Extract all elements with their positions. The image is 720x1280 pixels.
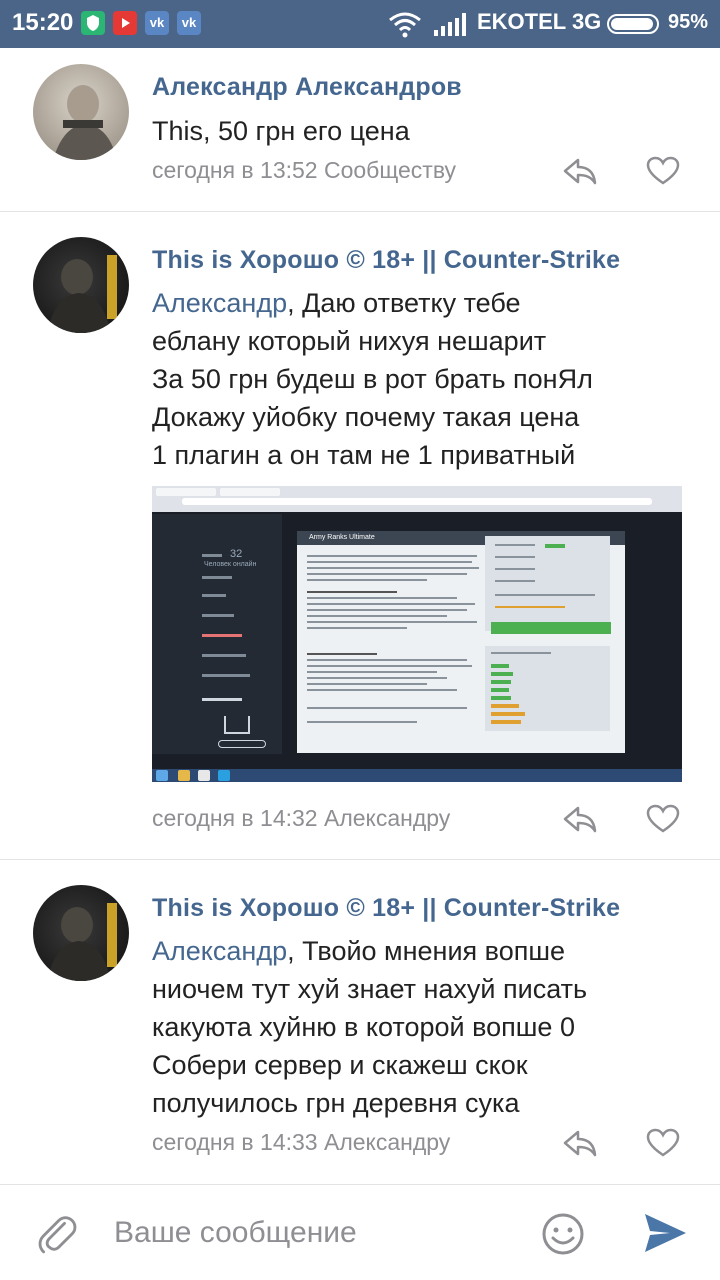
attached-sidebar: 32 Человек онлайн bbox=[152, 514, 282, 754]
comment-author[interactable]: This is Хорошо © 18+ || Counter-Strike bbox=[152, 894, 682, 923]
attached-online-count: 32 bbox=[230, 548, 243, 560]
like-icon[interactable] bbox=[646, 1128, 682, 1158]
comment-text: Александр, Даю ответку тебе еблану котор… bbox=[152, 284, 692, 474]
like-icon[interactable] bbox=[646, 804, 682, 834]
battery-percent: 95% bbox=[668, 11, 709, 33]
battery-icon bbox=[607, 14, 659, 34]
clock: 15:20 bbox=[12, 9, 74, 36]
reply-icon[interactable] bbox=[562, 156, 598, 186]
comment-text-line: , Даю ответку тебе bbox=[287, 288, 521, 318]
mention-link[interactable]: Александр bbox=[152, 288, 287, 318]
comment-text-line: ниочем тут хуй знает нахуй писать bbox=[152, 974, 588, 1004]
attached-info-box bbox=[485, 536, 610, 631]
attached-image[interactable]: 32 Человек онлайн Army Ranks Ultimate bbox=[152, 486, 682, 782]
status-bar: 15:20 vk vk EKOTEL 3G 95% bbox=[0, 0, 720, 48]
comment-meta: сегодня в 14:32 Александру bbox=[152, 805, 451, 831]
avatar[interactable] bbox=[33, 237, 129, 333]
comment-text: Александр, Твойо мнения вопше ниочем тут… bbox=[152, 932, 692, 1122]
comment-text-line: This, 50 грн его цена bbox=[152, 116, 410, 146]
comment-text-line: Собери сервер и скажеш скок bbox=[152, 1050, 528, 1080]
like-icon[interactable] bbox=[646, 156, 682, 186]
attached-online-label: Человек онлайн bbox=[204, 561, 257, 568]
attached-cart-button bbox=[218, 740, 266, 748]
send-icon[interactable] bbox=[642, 1210, 688, 1261]
battery-level bbox=[611, 18, 653, 30]
vk-icon: vk bbox=[177, 11, 201, 35]
comment-text-line: 1 плагин а он там не 1 приватный bbox=[152, 440, 576, 470]
attached-config-box bbox=[485, 646, 610, 731]
comment-text-line: Докажу уйобку почему такая цена bbox=[152, 402, 580, 432]
attached-browser-bar bbox=[152, 486, 682, 512]
avatar[interactable] bbox=[33, 64, 129, 160]
comment-author[interactable]: Александр Александров bbox=[152, 73, 682, 102]
reply-icon[interactable] bbox=[562, 804, 598, 834]
comment-text-line: За 50 грн будеш в рот брать понЯл bbox=[152, 364, 593, 394]
comment-text: This, 50 грн его цена bbox=[152, 112, 692, 150]
avatar[interactable] bbox=[33, 885, 129, 981]
attached-taskbar bbox=[152, 769, 682, 782]
comment-text-line: получилось грн деревня сука bbox=[152, 1088, 520, 1118]
wifi-icon bbox=[388, 10, 422, 43]
attached-panel-title: Army Ranks Ultimate bbox=[309, 534, 375, 541]
comment-meta: сегодня в 13:52 Сообществу bbox=[152, 157, 457, 183]
comment-text-line: какуюта хуйню в которой вопше 0 bbox=[152, 1012, 575, 1042]
reply-icon[interactable] bbox=[562, 1128, 598, 1158]
attach-icon[interactable] bbox=[36, 1212, 78, 1261]
divider bbox=[0, 859, 720, 860]
comment-meta: сегодня в 14:33 Александру bbox=[152, 1129, 451, 1155]
emoji-icon[interactable] bbox=[541, 1212, 585, 1261]
mention-link[interactable]: Александр bbox=[152, 936, 287, 966]
comment-text-line: еблану который нихуя нешарит bbox=[152, 326, 547, 356]
attached-add-to-cart-button bbox=[491, 622, 611, 634]
comment-text-line: , Твойо мнения вопше bbox=[287, 936, 566, 966]
shield-icon bbox=[81, 11, 105, 35]
message-input[interactable] bbox=[114, 1216, 514, 1250]
signal-icon bbox=[434, 12, 468, 41]
divider bbox=[0, 211, 720, 212]
carrier-label: EKOTEL 3G bbox=[477, 9, 602, 34]
attached-cart-icon bbox=[224, 716, 250, 734]
comment-author[interactable]: This is Хорошо © 18+ || Counter-Strike bbox=[152, 246, 682, 275]
youtube-icon bbox=[113, 11, 137, 35]
vk-icon: vk bbox=[145, 11, 169, 35]
